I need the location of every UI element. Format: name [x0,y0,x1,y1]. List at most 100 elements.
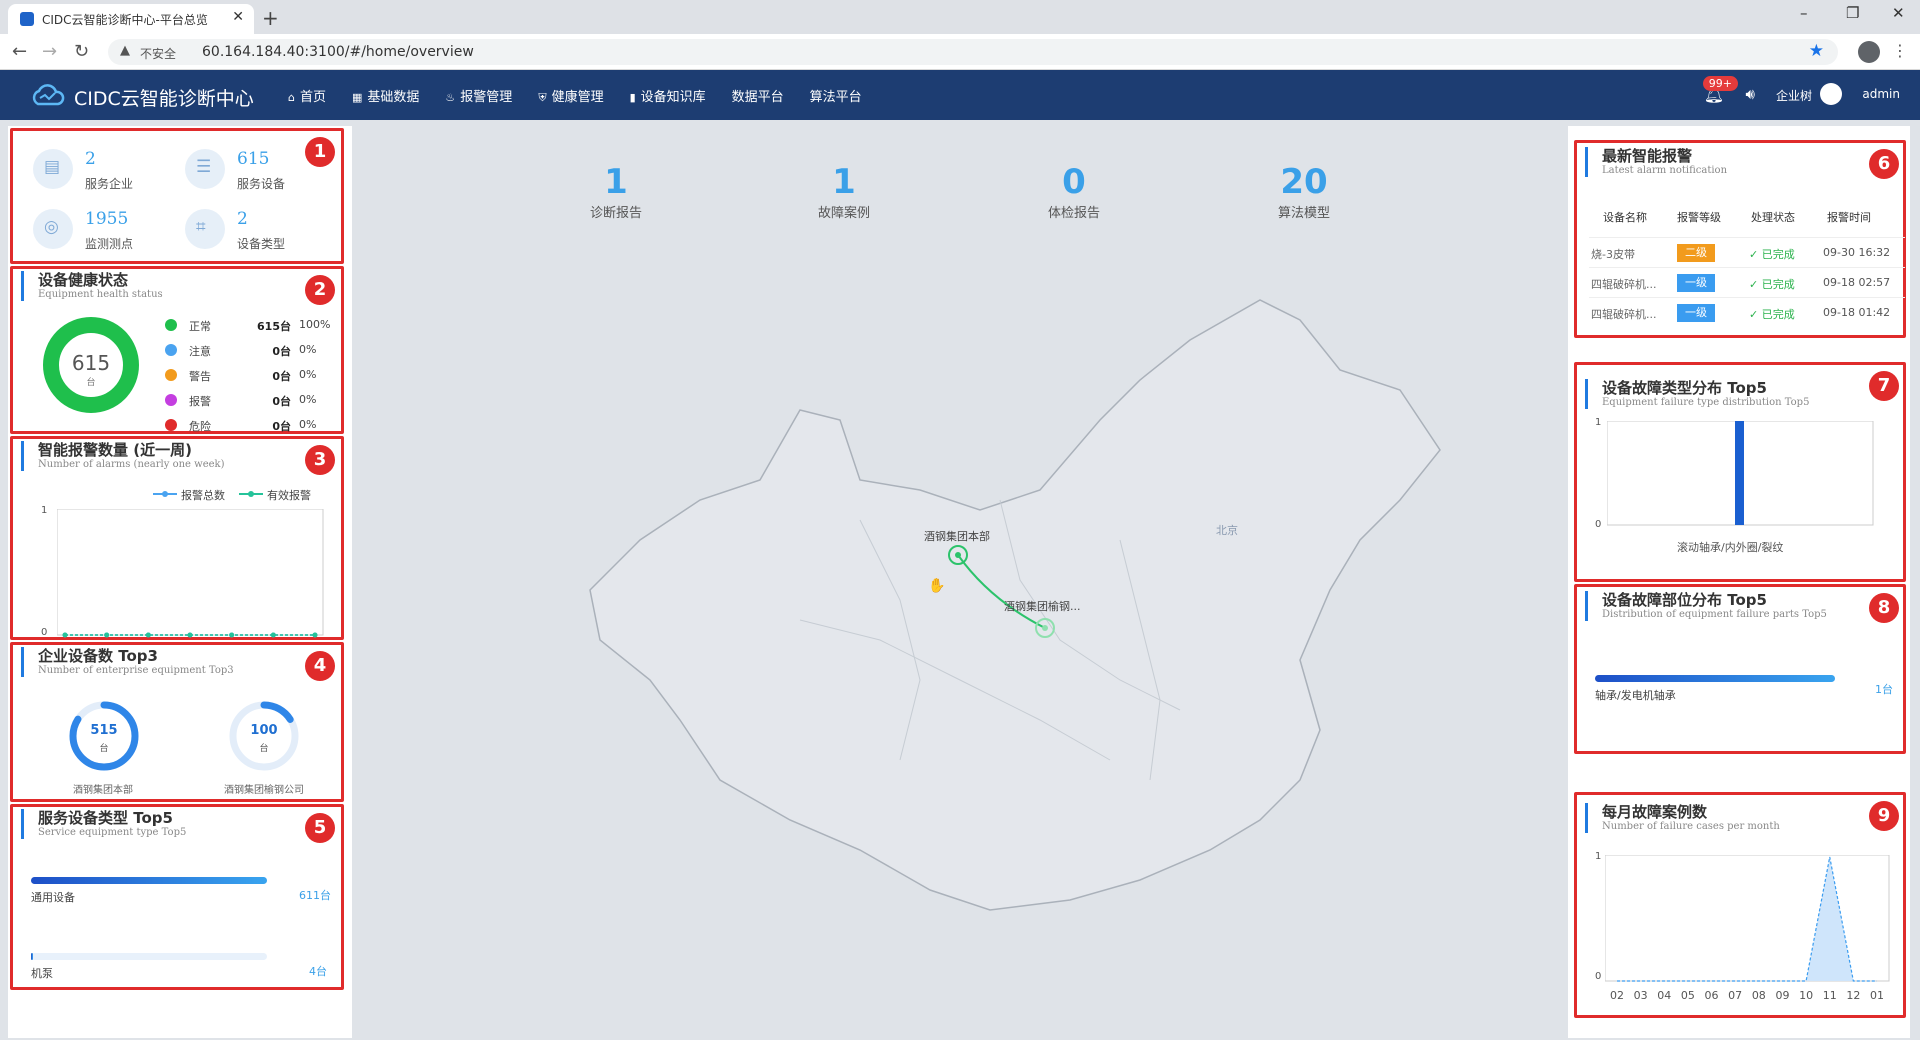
monthly-area-chart[interactable]: 02 03 04 05 06 07 08 09 10 11 12 01 [1605,855,1895,1005]
stat-checkup[interactable]: 0 体检报告 [1014,162,1134,221]
table-row[interactable]: 烧-3皮带 二级 ✓ 已完成 09-30 16:32 [1589,237,1905,267]
forward-icon[interactable]: → [42,41,57,62]
panel-equipment-type-top5: 服务设备类型 Top5 Service equipment type Top5 … [10,804,344,990]
bar-track [31,877,267,884]
equip-type-title: 服务设备类型 Top5 Service equipment type Top5 [21,809,186,839]
back-icon[interactable]: ← [12,41,27,62]
health-row-pct: 100% [299,318,331,331]
nav-algorithm-label: 算法平台 [809,90,862,105]
nav-basic-data[interactable]: ▦ 基础数据 [352,86,419,105]
x-tick-label: 12 [1846,989,1860,1002]
bar-track [31,953,267,960]
grid-icon: ▦ [352,91,363,104]
home-icon: ⌂ [288,91,295,104]
new-tab-icon[interactable]: + [262,6,279,30]
failure-type-title-en: Equipment failure type distribution Top5 [1602,397,1810,408]
legend-valid-alarms[interactable]: 有效报警 [267,487,311,503]
browser-tabbar: CIDC云智能诊断中心-平台总览 ✕ + – ❐ ✕ [0,0,1920,34]
username[interactable]: admin [1862,87,1900,101]
bookmark-star-icon[interactable]: ★ [1809,41,1824,61]
reload-icon[interactable]: ↻ [74,41,89,62]
url-text[interactable]: 60.164.184.40:3100/#/home/overview [202,44,474,60]
avatar[interactable] [1820,83,1842,105]
map-label-site-a[interactable]: 酒钢集团本部 [924,528,990,544]
health-row-name: 正常 [189,320,211,333]
latest-alarm-title-en: Latest alarm notification [1602,165,1728,176]
nav-algorithm[interactable]: 算法平台 [810,86,862,105]
legend-dot [165,419,177,431]
nav-health[interactable]: ⛨ 健康管理 [538,86,603,105]
chart-icon: ▤ [33,149,73,189]
window-close-icon[interactable]: ✕ [1892,4,1905,22]
nav-alarm[interactable]: ♨ 报警管理 [445,86,512,105]
row-status: ✓ 已完成 [1749,246,1795,262]
col-status: 处理状态 [1751,211,1795,224]
nav-home[interactable]: ⌂ 首页 [288,86,326,105]
y-tick-1: 1 [1595,851,1602,862]
minimize-icon[interactable]: – [1800,4,1808,22]
map-label-site-b[interactable]: 酒钢集团榆钢... [1004,598,1081,614]
bar-value-bearing: 1台 [1875,683,1893,696]
failure-type-title: 设备故障类型分布 Top5 Equipment failure type dis… [1585,379,1809,409]
bar-track [1595,675,1835,682]
panel-failure-parts-top5: 设备故障部位分布 Top5 Distribution of equipment … [1574,584,1906,754]
legend-total-alarms[interactable]: 报警总数 [181,487,225,503]
health-row-normal[interactable]: 正常 615台 100% [165,317,355,333]
health-row-attention[interactable]: 注意 0台 0% [165,342,355,358]
alarm-line-chart[interactable] [57,509,327,639]
alarms-title-cn: 智能报警数量 (近一周) [38,441,192,459]
browser-tab[interactable]: CIDC云智能诊断中心-平台总览 ✕ [8,4,254,34]
org-tree-link[interactable]: 企业树 [1776,87,1812,104]
health-row-danger[interactable]: 危险 0台 0% [165,417,355,433]
col-device-name: 设备名称 [1603,211,1647,224]
cloud-logo-icon [32,84,65,106]
kpi-measure-points-label: 监测测点 [85,237,134,251]
data-point [312,632,318,638]
menu-kebab-icon[interactable]: ⋮ [1892,41,1908,60]
nav-knowledge[interactable]: ▮ 设备知识库 [630,86,706,105]
y-tick-0: 0 [41,627,48,638]
health-row-count: 0台 [272,345,291,358]
panel-enterprise-top3: 企业设备数 Top3 Number of enterprise equipmen… [10,642,344,802]
restore-icon[interactable]: ❐ [1846,4,1859,22]
warning-icon[interactable]: ▲ [120,43,130,58]
url-box[interactable]: ▲ 不安全 60.164.184.40:3100/#/home/overview… [108,39,1838,65]
health-row-count: 615台 [257,320,291,333]
bar-fill-pump[interactable] [31,953,34,960]
latest-alarm-title-cn: 最新智能报警 [1602,147,1693,165]
annotation-8: 8 [1869,593,1899,623]
monthly-title: 每月故障案例数 Number of failure cases per mont… [1585,803,1780,833]
hand-cursor-icon: ✋ [928,578,946,594]
bar-fill-bearing[interactable] [1595,675,1835,682]
monthly-title-en: Number of failure cases per month [1602,821,1780,832]
annotation-3: 3 [305,445,335,475]
stat-diagnosis[interactable]: 1 诊断报告 [556,162,676,221]
health-row-alarm[interactable]: 报警 0台 0% [165,392,355,408]
legend-line-valid [239,491,263,497]
x-tick-label: 07 [1728,989,1742,1002]
header-right: 🔔︎ 99+ 🔊︎ 企业树 admin [1680,76,1900,110]
health-row-warning[interactable]: 警告 0台 0% [165,367,355,383]
table-row[interactable]: 四辊破碎机... 一级 ✓ 已完成 09-18 01:42 [1589,297,1905,327]
stat-algorithm[interactable]: 20 算法模型 [1244,162,1364,221]
grid-icon: ⌗ [185,209,225,249]
x-tick-label: 10 [1799,989,1813,1002]
check-circle-icon: ✓ [1749,308,1762,321]
bar-value-general: 611台 [299,889,331,902]
failure-parts-title: 设备故障部位分布 Top5 Distribution of equipment … [1585,591,1827,621]
table-row[interactable]: 四辊破碎机... 一级 ✓ 已完成 09-18 02:57 [1589,267,1905,297]
failure-type-bar-chart[interactable] [1607,421,1877,527]
panel-latest-alarms: 最新智能报警 Latest alarm notification 设备名称 报警… [1574,140,1906,338]
profile-icon[interactable] [1858,41,1880,63]
bar-fill-general[interactable] [31,877,267,884]
stat-diagnosis-value: 1 [604,162,628,202]
bar [1735,421,1744,525]
stat-failure-case[interactable]: 1 故障案例 [784,162,904,221]
bar-label-general: 通用设备 [31,891,75,904]
speaker-icon[interactable]: 🔊︎ [1746,85,1755,103]
close-tab-icon[interactable]: ✕ [232,9,244,25]
health-row-pct: 0% [299,393,317,406]
row-device-name: 烧-3皮带 [1591,248,1635,261]
app-title: CIDC云智能诊断中心 [74,88,254,110]
nav-data-platform[interactable]: 数据平台 [732,86,784,105]
